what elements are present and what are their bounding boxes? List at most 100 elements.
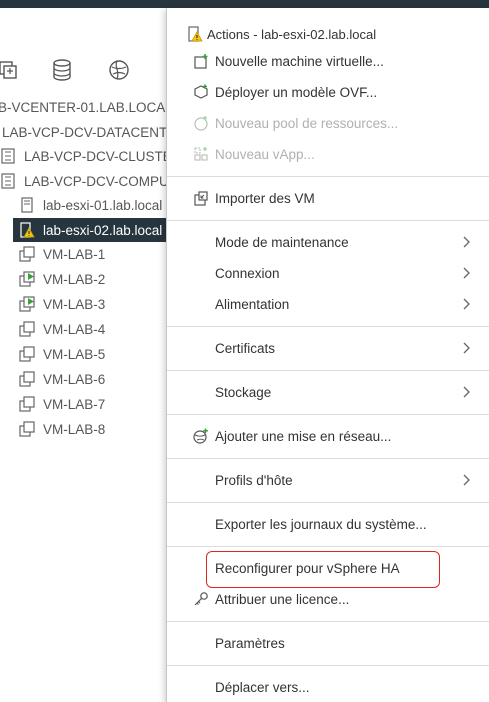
tree-item-label: VM-LAB-5: [43, 346, 106, 362]
tree-item-vm-lab-1[interactable]: VM-LAB-1: [19, 242, 170, 266]
tree-item-vm-lab-6[interactable]: VM-LAB-6: [19, 367, 170, 391]
tree-item-compute-cluster[interactable]: LAB-VCP-DCV-COMPUTE: [0, 169, 170, 193]
menu-item-add-networking[interactable]: Ajouter une mise en réseau...: [167, 423, 489, 449]
tree-item-vm-lab-4[interactable]: VM-LAB-4: [19, 317, 170, 341]
menu-divider: [167, 502, 489, 503]
menu-item-move-to[interactable]: Déplacer vers...: [167, 674, 489, 700]
vm-running-icon: [19, 271, 35, 287]
menu-item-label: Certificats: [215, 340, 276, 356]
tree-item-vm-lab-8[interactable]: VM-LAB-8: [19, 417, 170, 441]
network-icon[interactable]: [107, 58, 131, 82]
cluster-icon: [0, 148, 16, 164]
vms-templates-icon[interactable]: [0, 58, 20, 82]
menu-item-maintenance-mode[interactable]: Mode de maintenance: [167, 229, 489, 255]
tree-item-vm-lab-7[interactable]: VM-LAB-7: [19, 392, 170, 416]
menu-divider: [167, 414, 489, 415]
menu-item-export-logs[interactable]: Exporter les journaux du système...: [167, 511, 489, 537]
tree-item-cluster[interactable]: LAB-VCP-DCV-CLUSTER: [0, 144, 170, 168]
menu-item-host-profiles[interactable]: Profils d'hôte: [167, 467, 489, 493]
new-vm-icon: [193, 53, 209, 69]
tree-item-label: VM-LAB-6: [43, 371, 106, 387]
highlight-annotation: [206, 551, 440, 588]
menu-item-label: Alimentation: [215, 296, 290, 312]
tree-item-label: LAB-VCP-DCV-COMPUTE: [24, 173, 170, 189]
vm-running-icon: [19, 296, 35, 312]
menu-item-label: Connexion: [215, 265, 280, 281]
tree-item-label: VM-LAB-8: [43, 421, 106, 437]
tree-item-label: VM-LAB-7: [43, 396, 106, 412]
menu-item-new-resource-pool[interactable]: Nouveau pool de ressources...: [167, 110, 489, 136]
menu-divider: [167, 370, 489, 371]
tree-item-vcenter[interactable]: B-VCENTER-01.LAB.LOCAL: [0, 95, 168, 119]
tree-item-label: B-VCENTER-01.LAB.LOCAL: [0, 99, 168, 115]
tree-item-vm-lab-5[interactable]: VM-LAB-5: [19, 342, 170, 366]
host-icon: [19, 197, 35, 213]
menu-item-connection[interactable]: Connexion: [167, 260, 489, 286]
chevron-right-icon: [463, 267, 470, 279]
tree-item-datacenter[interactable]: LAB-VCP-DCV-DATACENTER: [2, 120, 172, 144]
menu-item-label: Importer des VM: [215, 190, 315, 206]
menu-item-certificates[interactable]: Certificats: [167, 335, 489, 361]
menu-item-label: Nouveau vApp...: [215, 146, 315, 162]
storage-icon[interactable]: [50, 58, 74, 82]
menu-item-label: Profils d'hôte: [215, 472, 293, 488]
tree-item-vm-lab-2[interactable]: VM-LAB-2: [19, 267, 170, 291]
inventory-navigator: B-VCENTER-01.LAB.LOCAL LAB-VCP-DCV-DATAC…: [0, 8, 172, 702]
menu-item-label: Mode de maintenance: [215, 234, 349, 250]
import-vm-icon: [193, 190, 209, 206]
tree-item-label: lab-esxi-01.lab.local: [43, 197, 163, 213]
menu-header: Actions - lab-esxi-02.lab.local: [187, 24, 376, 44]
menu-item-settings[interactable]: Paramètres: [167, 630, 489, 656]
menu-item-label: Nouveau pool de ressources...: [215, 115, 399, 131]
tree-item-vm-lab-3[interactable]: VM-LAB-3: [19, 292, 170, 316]
menu-divider: [167, 326, 489, 327]
chevron-right-icon: [463, 298, 470, 310]
tree-item-label: VM-LAB-3: [43, 296, 106, 312]
menu-item-power[interactable]: Alimentation: [167, 291, 489, 317]
tree-item-label: VM-LAB-2: [43, 271, 106, 287]
chevron-right-icon: [463, 386, 470, 398]
menu-item-label: Exporter les journaux du système...: [215, 516, 427, 532]
tree-item-host-esxi-02[interactable]: lab-esxi-02.lab.local: [13, 218, 170, 242]
menu-item-label: Ajouter une mise en réseau...: [215, 428, 392, 444]
tree-item-host-esxi-01[interactable]: lab-esxi-01.lab.local: [19, 193, 170, 217]
add-network-icon: [193, 428, 209, 444]
menu-item-storage[interactable]: Stockage: [167, 379, 489, 405]
tree-item-label: LAB-VCP-DCV-CLUSTER: [24, 148, 170, 164]
vm-icon: [19, 396, 35, 412]
navigator-tabs: [0, 58, 170, 84]
host-warning-icon: [19, 222, 35, 238]
menu-item-new-vapp[interactable]: Nouveau vApp...: [167, 141, 489, 167]
menu-item-label: Attribuer une licence...: [215, 591, 350, 607]
menu-divider: [167, 546, 489, 547]
vm-icon: [19, 246, 35, 262]
host-warning-icon: [187, 26, 203, 42]
tree-item-label: lab-esxi-02.lab.local: [43, 222, 163, 238]
chevron-right-icon: [463, 342, 470, 354]
vapp-icon: [193, 146, 209, 162]
chevron-right-icon: [463, 474, 470, 486]
chevron-right-icon: [463, 236, 470, 248]
menu-item-label: Paramètres: [215, 635, 285, 651]
menu-title: Actions - lab-esxi-02.lab.local: [207, 26, 377, 42]
menu-divider: [167, 621, 489, 622]
resource-pool-icon: [193, 115, 209, 131]
tree-item-label: LAB-VCP-DCV-DATACENTER: [2, 124, 172, 140]
menu-item-assign-license[interactable]: Attribuer une licence...: [167, 586, 489, 612]
cluster-icon: [0, 173, 16, 189]
actions-menu: Actions - lab-esxi-02.lab.local Nouvelle…: [166, 8, 489, 702]
menu-divider: [167, 220, 489, 221]
menu-item-label: Déplacer vers...: [215, 679, 310, 695]
vm-icon: [19, 321, 35, 337]
menu-item-label: Nouvelle machine virtuelle...: [215, 53, 384, 69]
vm-icon: [19, 346, 35, 362]
deploy-ovf-icon: [193, 84, 209, 100]
menu-divider: [167, 665, 489, 666]
menu-divider: [167, 458, 489, 459]
menu-divider: [167, 176, 489, 177]
menu-item-new-vm[interactable]: Nouvelle machine virtuelle...: [167, 48, 489, 74]
header-bar: [0, 0, 489, 8]
menu-item-import-vms[interactable]: Importer des VM: [167, 185, 489, 211]
vm-icon: [19, 421, 35, 437]
menu-item-deploy-ovf[interactable]: Déployer un modèle OVF...: [167, 79, 489, 105]
